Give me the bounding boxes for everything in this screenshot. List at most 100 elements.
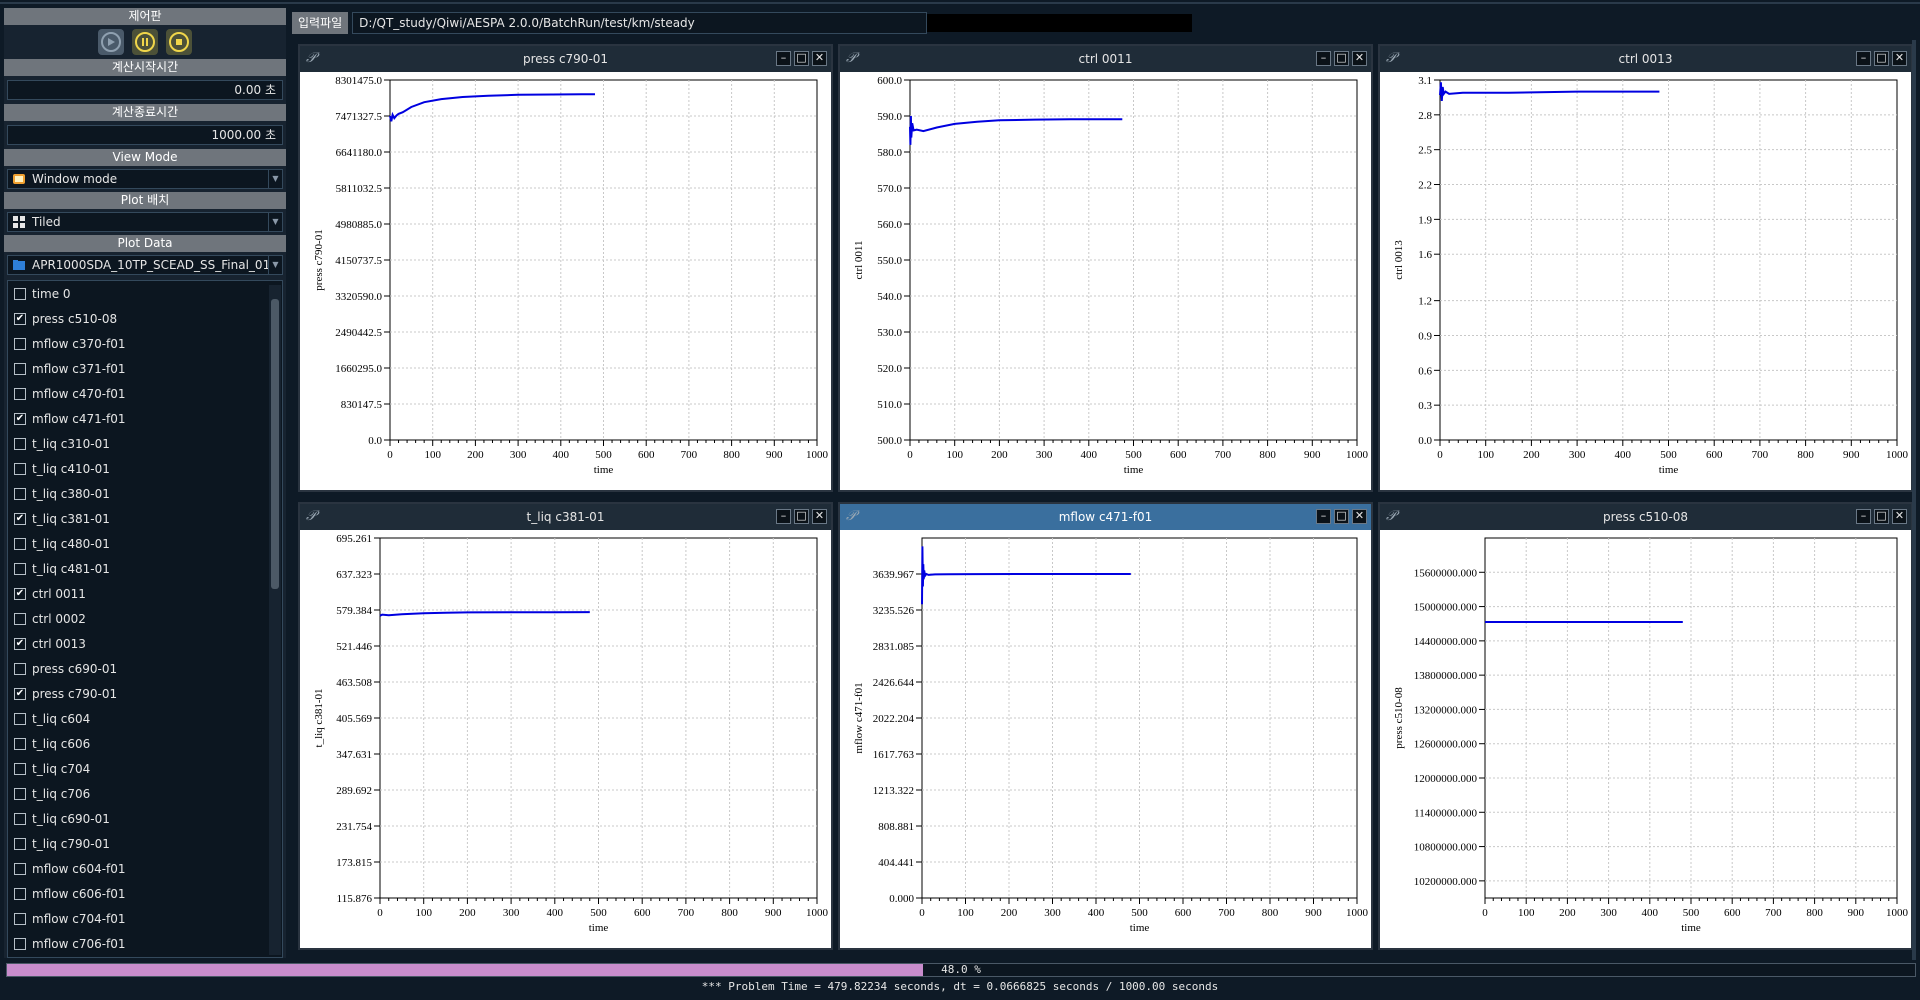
plot-data-select[interactable]: APR1000SDA_10TP_SCEAD_SS_Final_01.c ▼	[7, 255, 283, 275]
variable-item[interactable]: mflow c606-f01	[8, 881, 282, 906]
variable-item[interactable]: t_liq c690-01	[8, 806, 282, 831]
maximize-button[interactable]: □	[1874, 509, 1889, 524]
variable-item[interactable]: t_liq c481-01	[8, 556, 282, 581]
minimize-button[interactable]: –	[1316, 51, 1331, 66]
variable-item[interactable]: t_liq c310-01	[8, 431, 282, 456]
variable-item[interactable]: time 0	[8, 281, 282, 306]
maximize-button[interactable]: □	[1334, 509, 1349, 524]
scrollbar-thumb[interactable]	[271, 299, 279, 589]
close-button[interactable]: ✕	[1352, 51, 1367, 66]
plot-chart[interactable]: 0 100 200 300 400 500 600 700 800 900 1000 0.0 0.3 0.…	[1380, 72, 1911, 490]
checkbox[interactable]	[14, 462, 26, 475]
end-time-field[interactable]: 1000.00 초	[7, 125, 283, 145]
start-time-field[interactable]: 0.00 초	[7, 80, 283, 100]
variable-item[interactable]: press c690-01	[8, 656, 282, 681]
variable-item[interactable]: t_liq c706	[8, 781, 282, 806]
variable-item[interactable]: t_liq c704	[8, 756, 282, 781]
checkbox[interactable]	[14, 837, 26, 850]
variable-item[interactable]: t_liq c604	[8, 706, 282, 731]
checkbox[interactable]	[14, 612, 26, 625]
variable-item[interactable]: ✔ ctrl 0013	[8, 631, 282, 656]
plot-window-ctrl-0013[interactable]: 𝒫ctrl 0013 – □ ✕ 0 100 200 300 400 500 600 700 800 90…	[1378, 44, 1913, 492]
checkbox-checked[interactable]: ✔	[14, 412, 26, 425]
variable-item[interactable]: mflow c706-f01	[8, 931, 282, 956]
maximize-button[interactable]: □	[794, 51, 809, 66]
plot-titlebar[interactable]: 𝒫press c790-01 – □ ✕	[300, 46, 831, 72]
variable-item[interactable]: mflow c371-f01	[8, 356, 282, 381]
play-button[interactable]	[98, 29, 124, 55]
variable-item[interactable]: t_liq c480-01	[8, 531, 282, 556]
checkbox[interactable]	[14, 337, 26, 350]
plot-window-mflow-c471-f01[interactable]: 𝒫mflow c471-f01 – □ ✕ 0 100 200 300 400 500 600 700…	[838, 502, 1373, 950]
minimize-button[interactable]: –	[1856, 51, 1871, 66]
plot-titlebar[interactable]: 𝒫ctrl 0011 – □ ✕	[840, 46, 1371, 72]
variable-item[interactable]: ✔ mflow c471-f01	[8, 406, 282, 431]
plot-chart[interactable]: 0 100 200 300 400 500 600 700 800 900 1000 115.876 1…	[300, 530, 831, 948]
checkbox[interactable]	[14, 562, 26, 575]
checkbox[interactable]	[14, 812, 26, 825]
variable-item[interactable]: ✔ ctrl 0011	[8, 581, 282, 606]
checkbox[interactable]	[14, 937, 26, 950]
checkbox[interactable]	[14, 787, 26, 800]
minimize-button[interactable]: –	[1316, 509, 1331, 524]
input-file-path-field[interactable]: D:/QT_study/Qiwi/AESPA 2.0.0/BatchRun/te…	[352, 12, 928, 34]
plot-chart[interactable]: 0 100 200 300 400 500 600 700 800 900 1000 500.0 510…	[840, 72, 1371, 490]
close-button[interactable]: ✕	[812, 51, 827, 66]
checkbox[interactable]	[14, 487, 26, 500]
variable-item[interactable]: mflow c470-f01	[8, 381, 282, 406]
close-button[interactable]: ✕	[1892, 509, 1907, 524]
plot-window-press-c510-08[interactable]: 𝒫press c510-08 – □ ✕ 0 100 200 300 400 500 600 700 8…	[1378, 502, 1913, 950]
stop-button[interactable]	[166, 29, 192, 55]
variable-item[interactable]: mflow c370-f01	[8, 331, 282, 356]
minimize-button[interactable]: –	[776, 51, 791, 66]
plot-titlebar[interactable]: 𝒫t_liq c381-01 – □ ✕	[300, 504, 831, 530]
checkbox[interactable]	[14, 887, 26, 900]
plot-chart[interactable]: 0 100 200 300 400 500 600 700 800 900 1000 0.0 83014…	[300, 72, 831, 490]
plot-window-ctrl-0011[interactable]: 𝒫ctrl 0011 – □ ✕ 0 100 200 300 400 500 600 700 800 90…	[838, 44, 1373, 492]
checkbox[interactable]	[14, 362, 26, 375]
checkbox-checked[interactable]: ✔	[14, 512, 26, 525]
variable-item[interactable]: t_liq c606	[8, 731, 282, 756]
checkbox[interactable]	[14, 862, 26, 875]
variable-item[interactable]: t_liq c790-01	[8, 831, 282, 856]
close-button[interactable]: ✕	[1352, 509, 1367, 524]
checkbox[interactable]	[14, 712, 26, 725]
variable-item[interactable]: t_liq c380-01	[8, 481, 282, 506]
checkbox-checked[interactable]: ✔	[14, 312, 26, 325]
close-button[interactable]: ✕	[812, 509, 827, 524]
checkbox[interactable]	[14, 437, 26, 450]
plot-titlebar[interactable]: 𝒫mflow c471-f01 – □ ✕	[840, 504, 1371, 530]
view-mode-select[interactable]: Window mode ▼	[7, 169, 283, 189]
variable-item[interactable]: ✔ press c790-01	[8, 681, 282, 706]
variable-item[interactable]: ctrl 0002	[8, 606, 282, 631]
checkbox[interactable]	[14, 912, 26, 925]
variable-item[interactable]: ✔ press c510-08	[8, 306, 282, 331]
checkbox[interactable]	[14, 662, 26, 675]
pause-button[interactable]	[132, 29, 158, 55]
checkbox[interactable]	[14, 737, 26, 750]
checkbox[interactable]	[14, 762, 26, 775]
plot-titlebar[interactable]: 𝒫press c510-08 – □ ✕	[1380, 504, 1911, 530]
plot-titlebar[interactable]: 𝒫ctrl 0013 – □ ✕	[1380, 46, 1911, 72]
checkbox-checked[interactable]: ✔	[14, 587, 26, 600]
minimize-button[interactable]: –	[776, 509, 791, 524]
checkbox[interactable]	[14, 387, 26, 400]
maximize-button[interactable]: □	[1334, 51, 1349, 66]
maximize-button[interactable]: □	[1874, 51, 1889, 66]
variable-item[interactable]: t_liq c410-01	[8, 456, 282, 481]
checkbox[interactable]	[14, 537, 26, 550]
variable-item[interactable]: mflow c704-f01	[8, 906, 282, 931]
checkbox-checked[interactable]: ✔	[14, 637, 26, 650]
plot-window-press-c790-01[interactable]: 𝒫press c790-01 – □ ✕ 0 100 200 300 400 500 600 700 8…	[298, 44, 833, 492]
variable-item[interactable]: mflow c604-f01	[8, 856, 282, 881]
plot-window-t-liq-c381-01[interactable]: 𝒫t_liq c381-01 – □ ✕ 0 100 200 300 400 500 600 700 8…	[298, 502, 833, 950]
variable-list-scrollbar[interactable]	[269, 285, 281, 955]
checkbox[interactable]	[14, 287, 26, 300]
plot-layout-select[interactable]: Tiled ▼	[7, 212, 283, 232]
variable-item[interactable]: ✔ t_liq c381-01	[8, 506, 282, 531]
minimize-button[interactable]: –	[1856, 509, 1871, 524]
plot-chart[interactable]: 0 100 200 300 400 500 600 700 800 900 1000 0.000 404…	[840, 530, 1371, 948]
checkbox-checked[interactable]: ✔	[14, 687, 26, 700]
close-button[interactable]: ✕	[1892, 51, 1907, 66]
plot-chart[interactable]: 0 100 200 300 400 500 600 700 800 900 1000 10200000…	[1380, 530, 1911, 948]
